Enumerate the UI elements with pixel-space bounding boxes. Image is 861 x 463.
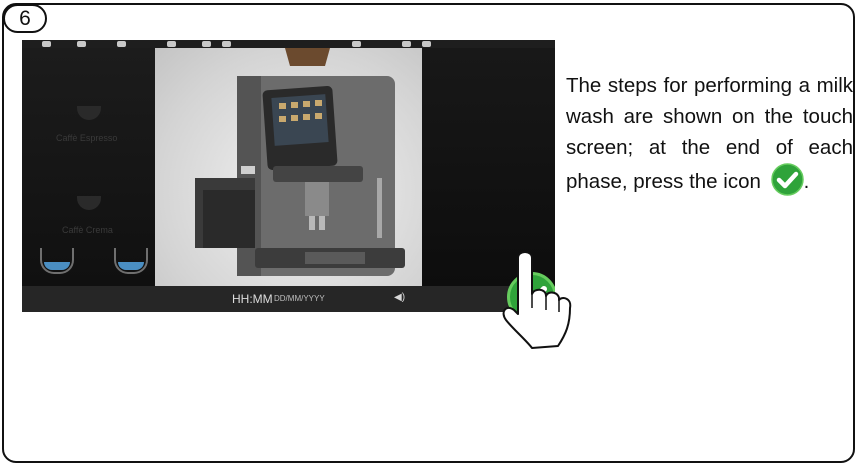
- pointing-hand-icon: [502, 251, 572, 349]
- instruction-text: The steps for performing a milk wash are…: [566, 70, 853, 197]
- instruction-body: The steps for performing a milk wash are…: [566, 74, 853, 193]
- screen-status-bar: HH:MM DD/MM/YYYY ◀): [22, 286, 555, 312]
- milk-glass-icon: [40, 248, 74, 274]
- touch-screen-image: Caffè Espresso Caffè Crema HH:MM DD/MM/Y…: [22, 40, 555, 312]
- status-date: DD/MM/YYYY: [274, 294, 325, 303]
- screen-top-bar: [22, 40, 555, 48]
- screen-left-panel: Caffè Espresso Caffè Crema: [22, 48, 155, 286]
- cup-icon: [77, 196, 101, 210]
- check-icon: [770, 163, 804, 196]
- coffee-machine-photo: [155, 48, 422, 286]
- instruction-period: .: [803, 170, 810, 193]
- speaker-icon: ◀): [394, 292, 406, 303]
- menu-item-label: Caffè Crema: [62, 225, 113, 235]
- coffee-machine-illustration: [195, 48, 405, 276]
- cup-icon: [77, 106, 101, 120]
- milk-glass-icon: [114, 248, 148, 274]
- status-time: HH:MM: [232, 292, 273, 306]
- menu-item-label: Caffè Espresso: [56, 133, 118, 143]
- step-number: 6: [3, 4, 47, 33]
